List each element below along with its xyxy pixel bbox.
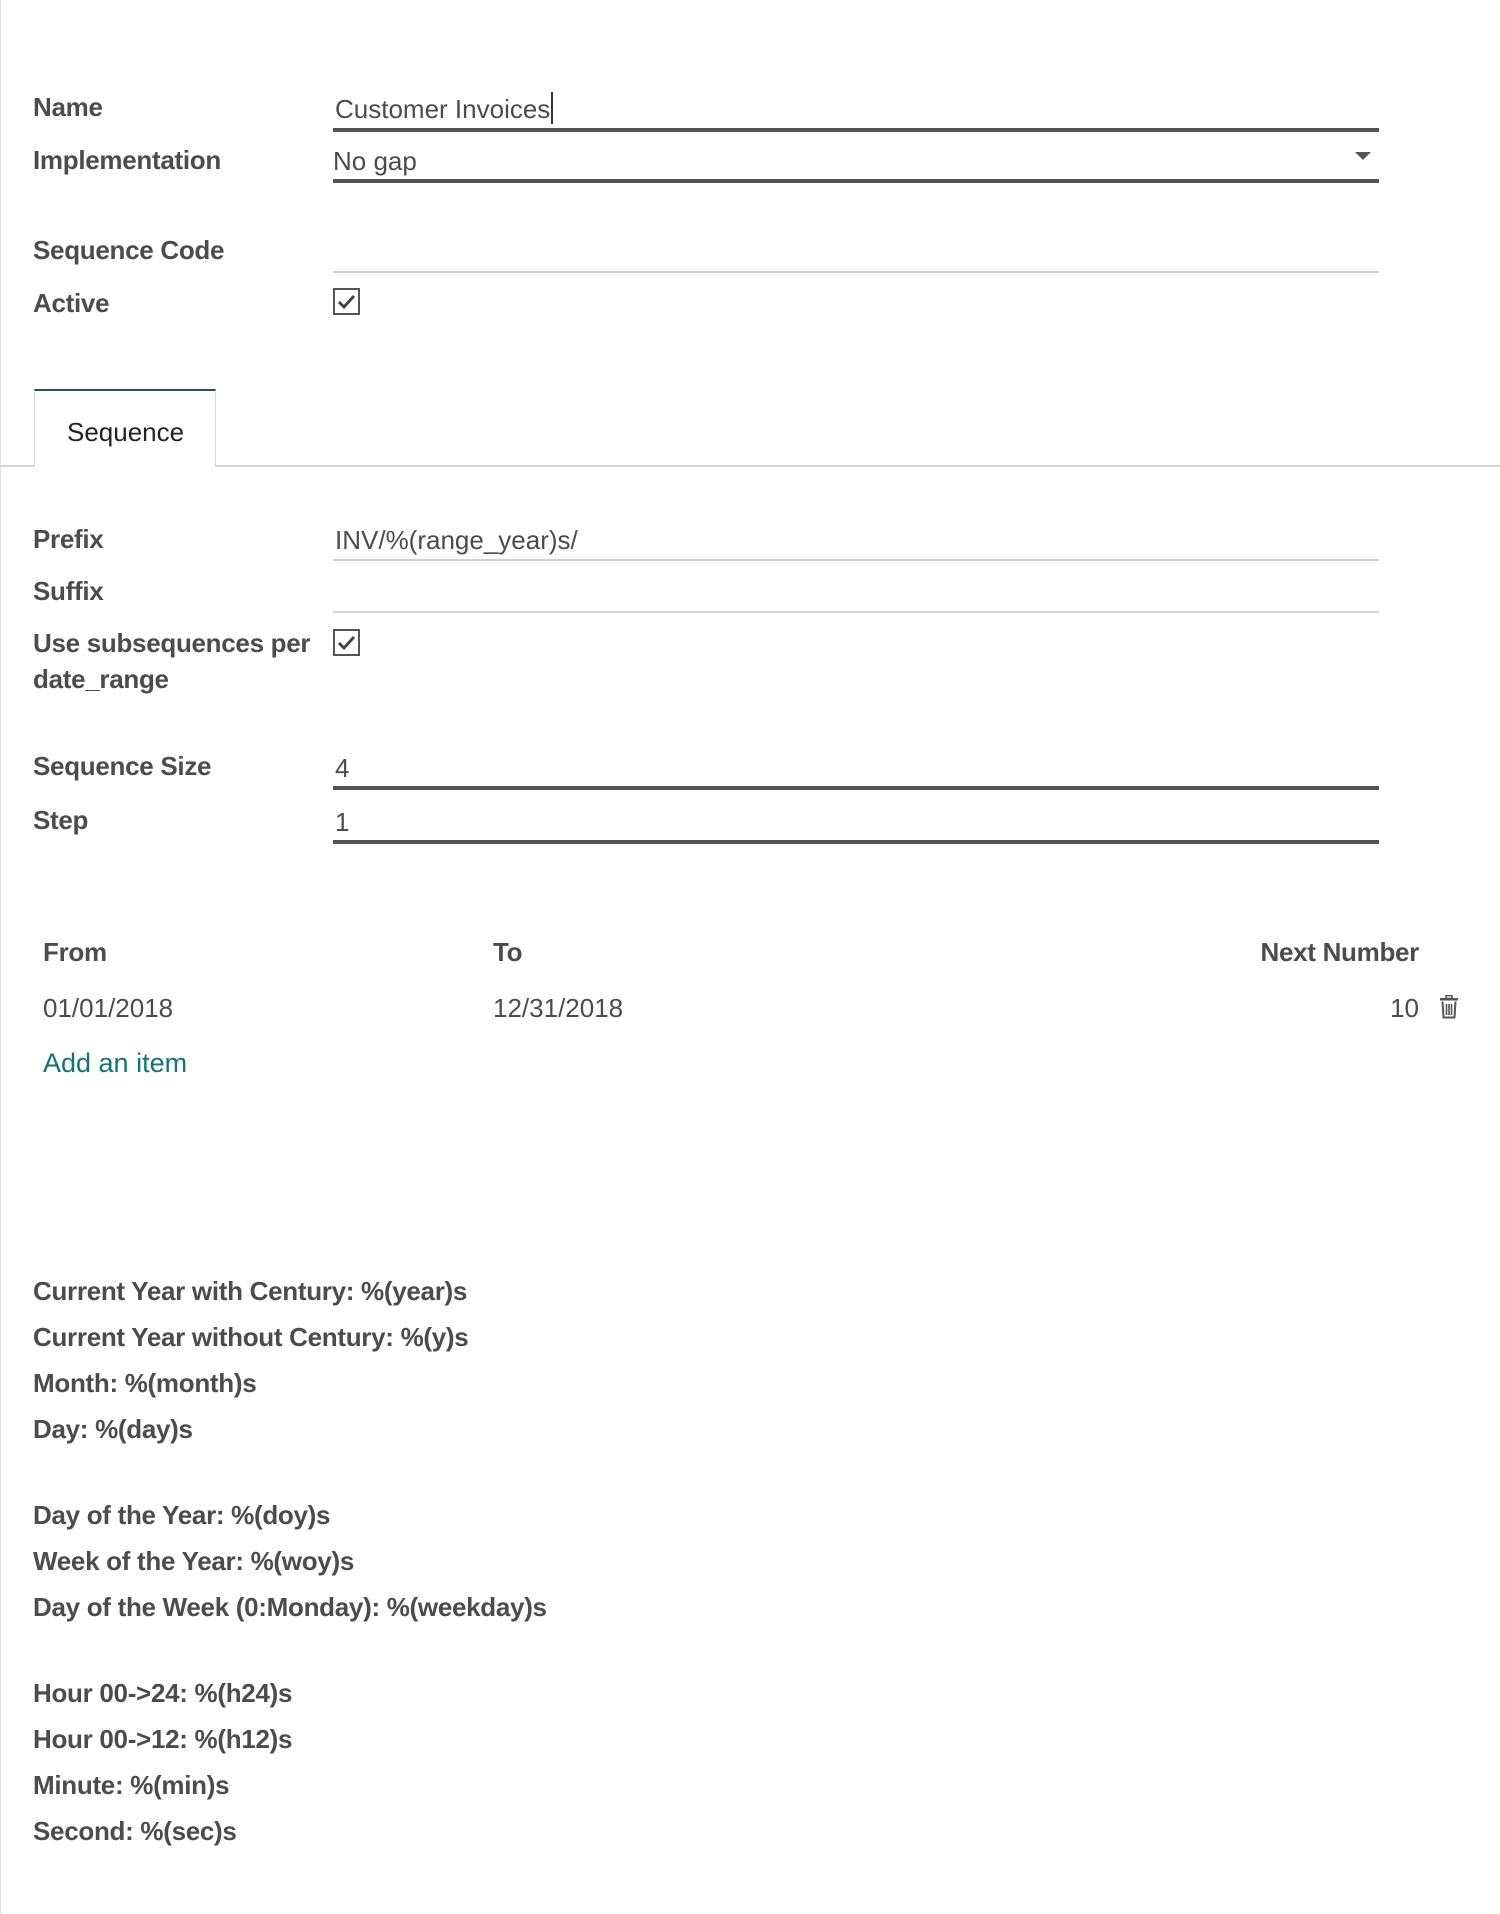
- cell-to[interactable]: 12/31/2018: [493, 993, 623, 1024]
- sequence-size-input[interactable]: 4: [333, 750, 1379, 792]
- sequence-size-value: 4: [335, 753, 350, 783]
- subseq-label-line2: date_range: [33, 664, 169, 694]
- suffix-input[interactable]: [333, 572, 1379, 614]
- column-header-next-number[interactable]: Next Number: [1260, 937, 1419, 968]
- add-item-link[interactable]: Add an item: [43, 1048, 187, 1079]
- tab-sequence-label: Sequence: [67, 417, 185, 447]
- name-underline: [333, 128, 1379, 132]
- checkmark-icon: [337, 635, 356, 651]
- step-value: 1: [335, 807, 350, 837]
- sequence-code-label: Sequence Code: [33, 235, 225, 265]
- sequence-code-underline: [333, 271, 1379, 273]
- legend-day: Day: %(day)s: [33, 1414, 193, 1444]
- sequence-size-underline: [333, 786, 1379, 790]
- name-label: Name: [33, 92, 103, 122]
- active-checkbox[interactable]: [333, 288, 360, 315]
- chevron-down-icon[interactable]: [1355, 152, 1371, 160]
- sequence-size-label: Sequence Size: [33, 751, 212, 781]
- column-header-to[interactable]: To: [493, 937, 523, 968]
- subsequences-checkbox[interactable]: [333, 629, 360, 656]
- prefix-label: Prefix: [33, 524, 104, 554]
- step-input[interactable]: 1: [333, 804, 1379, 846]
- legend-day-of-week: Day of the Week (0:Monday): %(weekday)s: [33, 1592, 547, 1622]
- step-label: Step: [33, 805, 89, 835]
- active-label: Active: [33, 288, 110, 318]
- checkmark-icon: [337, 294, 356, 310]
- name-text: Customer Invoices: [335, 94, 551, 124]
- implementation-value: No gap: [333, 146, 417, 176]
- column-header-from[interactable]: From: [43, 937, 107, 968]
- prefix-underline: [333, 559, 1379, 561]
- subseq-label-line1: Use subsequences per: [33, 628, 311, 658]
- legend-hour-12: Hour 00->12: %(h12)s: [33, 1724, 293, 1754]
- tab-bar: [0, 465, 1500, 467]
- page-left-border: [0, 0, 1, 1914]
- implementation-underline: [333, 179, 1379, 183]
- legend-minute: Minute: %(min)s: [33, 1770, 230, 1800]
- trash-icon[interactable]: [1439, 994, 1459, 1024]
- prefix-input[interactable]: INV/%(range_year)s/: [333, 522, 1379, 564]
- name-input-value[interactable]: Customer Invoices: [335, 92, 554, 125]
- legend-hour-24: Hour 00->24: %(h24)s: [33, 1678, 293, 1708]
- legend-month: Month: %(month)s: [33, 1368, 257, 1398]
- legend-day-of-year: Day of the Year: %(doy)s: [33, 1500, 331, 1530]
- prefix-value: INV/%(range_year)s/: [335, 525, 578, 555]
- name-field[interactable]: Customer Invoices: [333, 88, 1379, 132]
- sequence-code-input[interactable]: [333, 230, 1379, 274]
- step-underline: [333, 840, 1379, 844]
- legend-year-century: Current Year with Century: %(year)s: [33, 1276, 468, 1306]
- legend-week-of-year: Week of the Year: %(woy)s: [33, 1546, 354, 1576]
- tab-sequence[interactable]: Sequence: [34, 389, 216, 467]
- text-caret: [551, 92, 554, 124]
- legend-year: Current Year without Century: %(y)s: [33, 1322, 469, 1352]
- legend-second: Second: %(sec)s: [33, 1816, 237, 1846]
- suffix-label: Suffix: [33, 576, 104, 606]
- implementation-label: Implementation: [33, 145, 221, 175]
- cell-next-number[interactable]: 10: [1390, 993, 1419, 1024]
- cell-from[interactable]: 01/01/2018: [43, 993, 173, 1024]
- implementation-select[interactable]: No gap: [333, 142, 1379, 184]
- suffix-underline: [333, 611, 1379, 613]
